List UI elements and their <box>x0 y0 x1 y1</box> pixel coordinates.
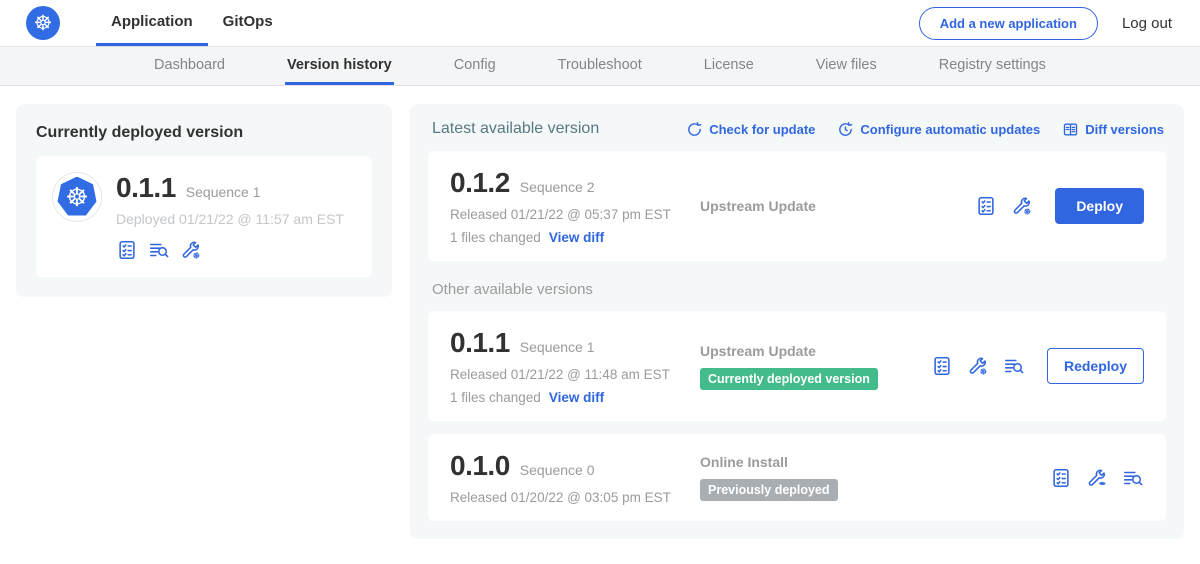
deployed-version-info: 0.1.1 Sequence 1 Deployed 01/21/22 @ 11:… <box>116 172 344 261</box>
currently-deployed-badge: Currently deployed version <box>700 368 878 390</box>
sequence-label: Sequence 1 <box>520 339 595 355</box>
currently-deployed-panel: Currently deployed version ☸ 0.1.1 Seque… <box>16 104 392 297</box>
sequence-label: Sequence 2 <box>520 179 595 195</box>
previously-deployed-badge: Previously deployed <box>700 479 838 501</box>
version-source: Online Install Previously deployed <box>700 454 1050 501</box>
source-label: Upstream Update <box>700 343 921 359</box>
tab-version-history[interactable]: Version history <box>285 47 394 85</box>
files-changed-label: 1 files changed <box>450 390 541 405</box>
app-sub-nav: Dashboard Version history Config Trouble… <box>0 46 1200 86</box>
version-info: 0.1.0 Sequence 0 Released 01/20/22 @ 03:… <box>450 450 700 505</box>
deploy-button[interactable]: Deploy <box>1055 188 1144 224</box>
logs-icon[interactable] <box>1003 355 1025 377</box>
schedule-update-icon <box>837 121 854 138</box>
app-logo: ☸ <box>52 172 102 222</box>
configure-automatic-updates-link[interactable]: Configure automatic updates <box>837 121 1040 138</box>
checklist-icon[interactable] <box>116 239 138 261</box>
main-content: Currently deployed version ☸ 0.1.1 Seque… <box>0 86 1200 557</box>
tab-config[interactable]: Config <box>452 47 498 85</box>
sequence-label: Sequence 0 <box>520 462 595 478</box>
tab-license[interactable]: License <box>702 47 756 85</box>
top-bar: ☸ Application GitOps Add a new applicati… <box>0 0 1200 46</box>
available-versions-panel: Latest available version Check for updat… <box>410 104 1184 539</box>
version-number: 0.1.0 <box>450 450 510 482</box>
version-number: 0.1.1 <box>450 327 510 359</box>
latest-available-title: Latest available version <box>432 120 599 138</box>
top-bar-right: Add a new application Log out <box>919 0 1172 46</box>
edit-config-icon[interactable] <box>1011 195 1033 217</box>
files-changed-label: 1 files changed <box>450 230 541 245</box>
version-actions: Redeploy <box>931 348 1144 384</box>
checklist-icon[interactable] <box>1050 467 1072 489</box>
edit-config-icon[interactable] <box>967 355 989 377</box>
version-card-0-1-0: 0.1.0 Sequence 0 Released 01/20/22 @ 03:… <box>428 434 1166 521</box>
version-card-0-1-2: 0.1.2 Sequence 2 Released 01/21/22 @ 05:… <box>428 151 1166 261</box>
version-actions <box>1050 467 1144 489</box>
checklist-icon[interactable] <box>975 195 997 217</box>
released-timestamp: Released 01/20/22 @ 03:05 pm EST <box>450 490 700 505</box>
deployed-version-number: 0.1.1 <box>116 172 176 204</box>
view-config-icon[interactable] <box>1086 467 1108 489</box>
refresh-icon <box>686 121 703 138</box>
tab-troubleshoot[interactable]: Troubleshoot <box>556 47 644 85</box>
other-versions-title: Other available versions <box>432 281 1164 298</box>
available-panel-header: Latest available version Check for updat… <box>432 120 1164 138</box>
deployed-sequence-label: Sequence 1 <box>186 184 261 200</box>
tab-registry-settings[interactable]: Registry settings <box>937 47 1048 85</box>
checklist-icon[interactable] <box>931 355 953 377</box>
redeploy-button[interactable]: Redeploy <box>1047 348 1144 384</box>
diff-versions-link[interactable]: Diff versions <box>1062 121 1164 138</box>
logout-link[interactable]: Log out <box>1122 15 1172 32</box>
version-source: Upstream Update Currently deployed versi… <box>700 343 931 390</box>
deployed-version-card: ☸ 0.1.1 Sequence 1 Deployed 01/21/22 @ 1… <box>36 156 372 277</box>
edit-config-icon[interactable] <box>180 239 202 261</box>
kubernetes-logo-icon: ☸ <box>57 177 98 218</box>
currently-deployed-title: Currently deployed version <box>36 124 372 142</box>
version-number: 0.1.2 <box>450 167 510 199</box>
check-for-update-link[interactable]: Check for update <box>686 121 815 138</box>
version-info: 0.1.2 Sequence 2 Released 01/21/22 @ 05:… <box>450 167 700 245</box>
released-timestamp: Released 01/21/22 @ 05:37 pm EST <box>450 207 700 222</box>
add-new-application-button[interactable]: Add a new application <box>919 7 1098 40</box>
top-tab-application[interactable]: Application <box>96 0 208 46</box>
view-diff-link[interactable]: View diff <box>549 390 604 405</box>
tab-dashboard[interactable]: Dashboard <box>152 47 227 85</box>
top-tab-gitops[interactable]: GitOps <box>208 0 288 46</box>
logs-icon[interactable] <box>1122 467 1144 489</box>
deployed-actions <box>116 239 344 261</box>
diff-icon <box>1062 121 1079 138</box>
logs-icon[interactable] <box>148 239 170 261</box>
view-diff-link[interactable]: View diff <box>549 230 604 245</box>
version-card-0-1-1: 0.1.1 Sequence 1 Released 01/21/22 @ 11:… <box>428 311 1166 421</box>
tab-view-files[interactable]: View files <box>814 47 879 85</box>
available-panel-actions: Check for update Configure automatic upd… <box>686 121 1164 138</box>
source-label: Online Install <box>700 454 1040 470</box>
version-actions: Deploy <box>975 188 1144 224</box>
source-label: Upstream Update <box>700 198 965 214</box>
released-timestamp: Released 01/21/22 @ 11:48 am EST <box>450 367 700 382</box>
deployed-timestamp: Deployed 01/21/22 @ 11:57 am EST <box>116 211 344 227</box>
version-info: 0.1.1 Sequence 1 Released 01/21/22 @ 11:… <box>450 327 700 405</box>
version-source: Upstream Update <box>700 198 975 214</box>
top-nav: Application GitOps <box>96 0 288 46</box>
kubernetes-logo-icon: ☸ <box>26 6 60 40</box>
